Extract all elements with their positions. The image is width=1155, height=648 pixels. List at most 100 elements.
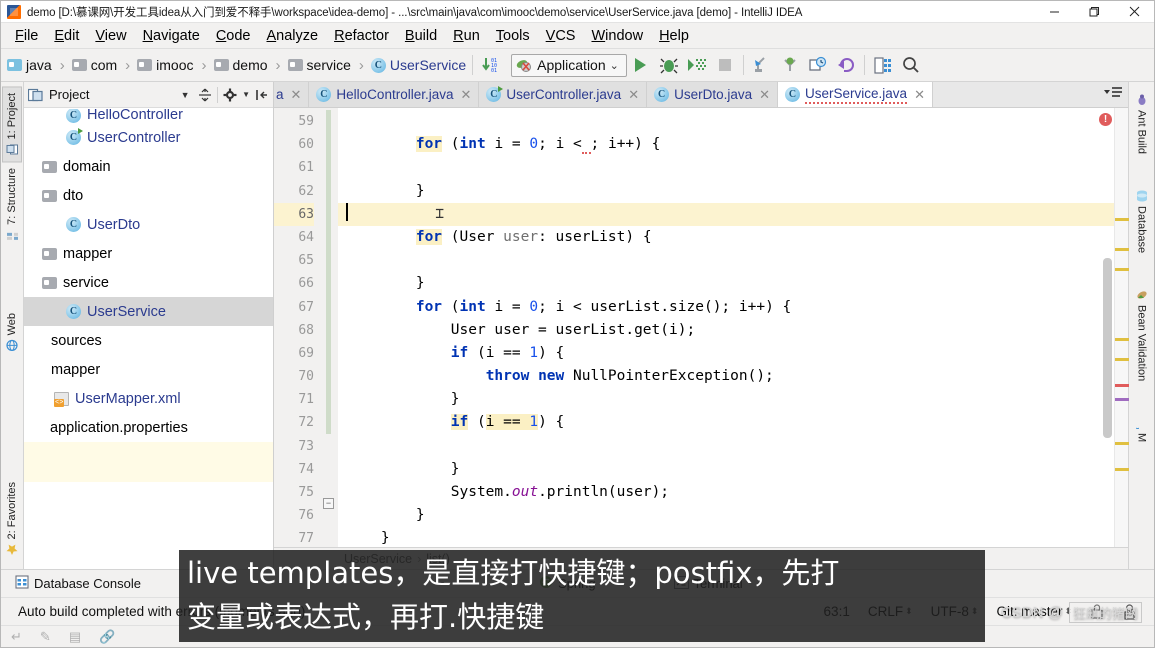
warning-marker[interactable] bbox=[1115, 248, 1129, 251]
menu-item-refactor[interactable]: Refactor bbox=[326, 26, 397, 46]
breadcrumb-item-service[interactable]: service bbox=[286, 57, 353, 73]
menu-item-vcs[interactable]: VCS bbox=[538, 26, 584, 46]
tree-node-domain[interactable]: domain bbox=[24, 152, 273, 181]
menu-item-view[interactable]: View bbox=[87, 26, 134, 46]
editor-vertical-scrollbar[interactable] bbox=[1102, 108, 1114, 547]
code-line[interactable]: for (int i = 0; i < userList.size(); i++… bbox=[338, 296, 1114, 319]
breadcrumb-item-java[interactable]: java bbox=[5, 57, 54, 73]
code-line[interactable]: } bbox=[338, 388, 1114, 411]
warning-marker[interactable] bbox=[1115, 338, 1129, 341]
bottom-tool-databaseconsole[interactable]: Database Console bbox=[7, 575, 149, 592]
database-table-button[interactable] bbox=[869, 52, 897, 78]
code-line[interactable]: throw new NullPointerException(); bbox=[338, 365, 1114, 388]
maximize-button[interactable] bbox=[1074, 1, 1114, 23]
menu-item-edit[interactable]: Edit bbox=[46, 26, 87, 46]
code-line[interactable]: } bbox=[338, 458, 1114, 481]
run-configuration-selector[interactable]: Application ⌄ bbox=[511, 53, 627, 77]
tool-window-tab-database[interactable]: Database bbox=[1133, 184, 1151, 259]
code-line[interactable] bbox=[338, 249, 1114, 272]
editor-tab-userdto-java[interactable]: C UserDto.java ✕ bbox=[647, 82, 779, 107]
tree-node-userservice[interactable]: C UserService bbox=[24, 297, 273, 326]
warning-marker[interactable] bbox=[1115, 268, 1129, 271]
line-number[interactable]: 70 bbox=[274, 365, 314, 388]
menu-item-build[interactable]: Build bbox=[397, 26, 445, 46]
menu-item-run[interactable]: Run bbox=[445, 26, 488, 46]
breadcrumb-item-demo[interactable]: demo bbox=[212, 57, 270, 73]
code-line[interactable]: System.out.println(user); bbox=[338, 481, 1114, 504]
code-line[interactable] bbox=[338, 156, 1114, 179]
code-line[interactable]: for (int i = 0; i < ; i++) { bbox=[338, 133, 1114, 156]
vcs-update-button[interactable] bbox=[748, 52, 776, 78]
tab-list-icon[interactable] bbox=[1102, 85, 1124, 104]
menu-item-help[interactable]: Help bbox=[651, 26, 697, 46]
tool-window-tab-project[interactable]: 1: Project bbox=[2, 86, 22, 163]
code-line[interactable]: if (i == 1) { bbox=[338, 411, 1114, 434]
tree-node-application-properties[interactable]: application.properties bbox=[24, 413, 273, 442]
line-number[interactable]: 77 bbox=[274, 527, 314, 550]
warning-marker[interactable] bbox=[1115, 468, 1129, 471]
line-number[interactable]: 62 bbox=[274, 180, 314, 203]
error-marker[interactable] bbox=[1115, 384, 1129, 387]
tool-window-tab-structure[interactable]: 7: Structure bbox=[3, 162, 21, 247]
tool-window-tab-favorites[interactable]: 2: Favorites bbox=[3, 476, 21, 561]
close-button[interactable] bbox=[1114, 1, 1154, 23]
tree-node-usermapper-xml[interactable]: UserMapper.xml bbox=[24, 384, 273, 413]
line-number[interactable]: 76 bbox=[274, 504, 314, 527]
line-number[interactable]: 64 bbox=[274, 226, 314, 249]
tool-window-tab-beanvalidation[interactable]: Bean Validation bbox=[1133, 283, 1151, 387]
hide-panel-icon[interactable] bbox=[254, 87, 270, 103]
breadcrumb-item-com[interactable]: com bbox=[70, 57, 119, 73]
tree-node-mapper[interactable]: mapper bbox=[24, 239, 273, 268]
line-number[interactable]: 63 bbox=[274, 202, 314, 226]
compare-icon[interactable]: 01 10 01 bbox=[477, 52, 505, 78]
warning-marker[interactable] bbox=[1115, 358, 1129, 361]
line-number[interactable]: 71 bbox=[274, 388, 314, 411]
line-number[interactable]: 73 bbox=[274, 435, 314, 458]
editor-error-stripe[interactable] bbox=[1114, 108, 1129, 547]
code-line[interactable]: } bbox=[338, 180, 1114, 203]
editor-tab-clipped[interactable]: a ✕ bbox=[274, 82, 310, 107]
fold-minus-icon[interactable]: − bbox=[323, 498, 334, 509]
code-line[interactable]: User user = userList.get(i); bbox=[338, 319, 1114, 342]
line-number[interactable]: 59 bbox=[274, 110, 314, 133]
close-icon[interactable]: ✕ bbox=[914, 87, 925, 103]
menu-item-tools[interactable]: Tools bbox=[488, 26, 538, 46]
search-everywhere-button[interactable] bbox=[897, 52, 925, 78]
code-editor[interactable]: 59 60 61 62 63 64 65 66 67 68 69 70 71 72 73 74 75 76 77 −… bbox=[274, 108, 1129, 550]
code-text[interactable]: for (int i = 0; i < ; i++) { } ⌶ for (Us… bbox=[338, 108, 1114, 547]
tree-node-mapper[interactable]: mapper bbox=[24, 355, 273, 384]
line-number[interactable]: 60 bbox=[274, 133, 314, 156]
menu-item-code[interactable]: Code bbox=[208, 26, 259, 46]
line-number[interactable]: 65 bbox=[274, 249, 314, 272]
tree-node-hellocontroller[interactable]: C HelloController bbox=[24, 109, 273, 123]
menu-item-navigate[interactable]: Navigate bbox=[135, 26, 208, 46]
tool-window-tab-web[interactable]: Web bbox=[3, 307, 21, 357]
close-icon[interactable]: ✕ bbox=[291, 87, 302, 103]
code-line[interactable]: } bbox=[338, 272, 1114, 295]
rollback-button[interactable] bbox=[832, 52, 860, 78]
code-line[interactable] bbox=[338, 435, 1114, 458]
chevron-down-icon[interactable]: ▼ bbox=[177, 87, 193, 103]
settings-gear-icon[interactable] bbox=[222, 87, 238, 103]
minimize-button[interactable] bbox=[1034, 1, 1074, 23]
tool-window-tab-antbuild[interactable]: Ant Build bbox=[1133, 88, 1151, 160]
code-folding-column[interactable]: − bbox=[320, 108, 338, 547]
stop-button[interactable] bbox=[711, 52, 739, 78]
code-line[interactable]: } bbox=[338, 527, 1114, 547]
line-number[interactable]: 68 bbox=[274, 319, 314, 342]
close-icon[interactable]: ✕ bbox=[460, 87, 471, 103]
expand-collapse-icon[interactable] bbox=[197, 87, 213, 103]
warning-marker[interactable] bbox=[1115, 442, 1129, 445]
line-number[interactable]: 75 bbox=[274, 481, 314, 504]
tree-node-sources[interactable]: sources bbox=[24, 326, 273, 355]
line-number[interactable]: 72 bbox=[274, 411, 314, 434]
tree-node-userdto[interactable]: C UserDto bbox=[24, 210, 273, 239]
editor-tab-userservice-java[interactable]: C UserService.java ✕ bbox=[778, 82, 933, 107]
close-icon[interactable]: ✕ bbox=[628, 87, 639, 103]
line-number[interactable]: 74 bbox=[274, 458, 314, 481]
code-line[interactable]: } bbox=[338, 504, 1114, 527]
warning-marker[interactable] bbox=[1115, 218, 1129, 221]
project-tree[interactable]: C HelloController C UserController domain dto… bbox=[24, 108, 273, 569]
error-count-badge[interactable]: ! bbox=[1099, 113, 1112, 126]
menu-item-file[interactable]: File bbox=[7, 26, 46, 46]
